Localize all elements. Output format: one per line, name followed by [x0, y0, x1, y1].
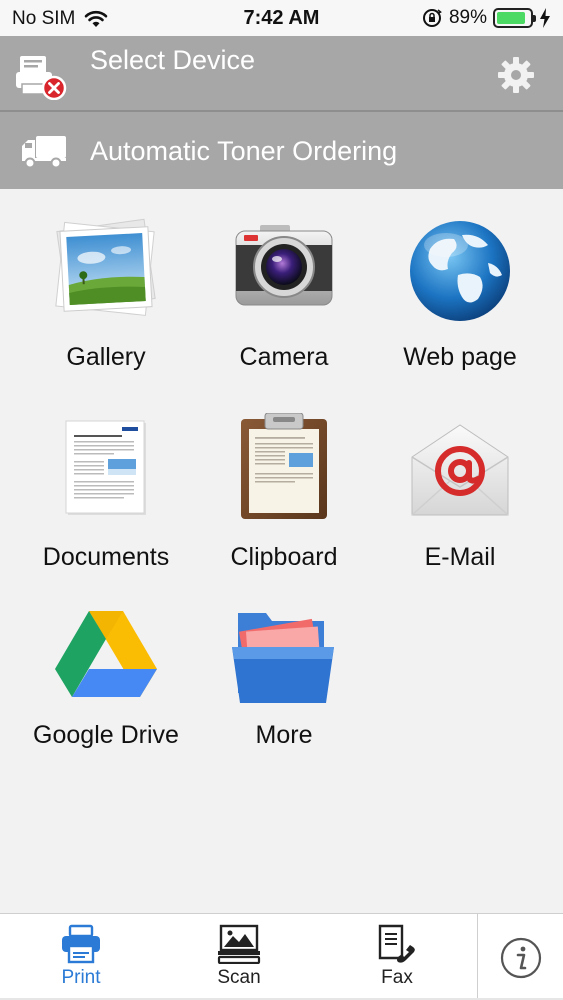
tab-scan[interactable]: Scan	[160, 914, 318, 1000]
select-device-label: Select Device	[90, 45, 256, 75]
tab-bar: Print Scan Fax	[0, 913, 563, 1000]
toner-ordering-label: Automatic Toner Ordering	[90, 136, 398, 166]
tile-camera-label: Camera	[239, 343, 329, 371]
info-icon	[500, 937, 541, 978]
status-right: 89%	[421, 7, 551, 29]
globe-icon	[410, 221, 510, 321]
info-button[interactable]	[477, 914, 563, 1000]
tab-print[interactable]: Print	[2, 914, 160, 1000]
camera-icon	[235, 225, 333, 306]
document-icon	[65, 420, 146, 515]
tile-google-drive-label: Google Drive	[33, 721, 179, 749]
tab-fax-label: Fax	[381, 967, 413, 988]
tile-more-label: More	[255, 721, 313, 749]
printer-disconnected-icon	[16, 56, 67, 100]
tile-web-page-label: Web page	[403, 343, 517, 371]
status-bar: No SIM 7:42 AM 89%	[0, 0, 563, 36]
fax-icon	[378, 924, 415, 963]
tile-gallery-label: Gallery	[66, 343, 146, 371]
google-drive-icon	[55, 611, 157, 697]
tile-clipboard-label: Clipboard	[230, 543, 338, 571]
clipboard-icon	[241, 413, 327, 519]
gear-icon[interactable]	[497, 56, 535, 94]
tab-fax[interactable]: Fax	[318, 914, 476, 1000]
orientation-lock-icon	[422, 9, 442, 27]
select-device-row[interactable]: Select Device	[0, 36, 563, 112]
email-icon	[411, 424, 509, 516]
tab-print-label: Print	[61, 967, 101, 988]
charging-bolt-icon	[540, 8, 550, 28]
toner-ordering-row[interactable]: Automatic Toner Ordering	[0, 112, 563, 189]
truck-icon	[22, 136, 66, 168]
printer-icon	[62, 924, 100, 964]
folder-icon	[232, 613, 334, 703]
battery-icon	[493, 8, 536, 28]
tab-scan-label: Scan	[217, 967, 261, 988]
gallery-icon	[55, 218, 156, 316]
scanner-icon	[217, 924, 261, 964]
tile-email-label: E-Mail	[424, 543, 496, 571]
battery-percent: 89%	[448, 7, 487, 28]
source-grid: Gallery Camera Web page Documents Clipbo…	[0, 189, 563, 913]
tile-documents-label: Documents	[42, 543, 170, 571]
battery-fill	[497, 12, 526, 24]
